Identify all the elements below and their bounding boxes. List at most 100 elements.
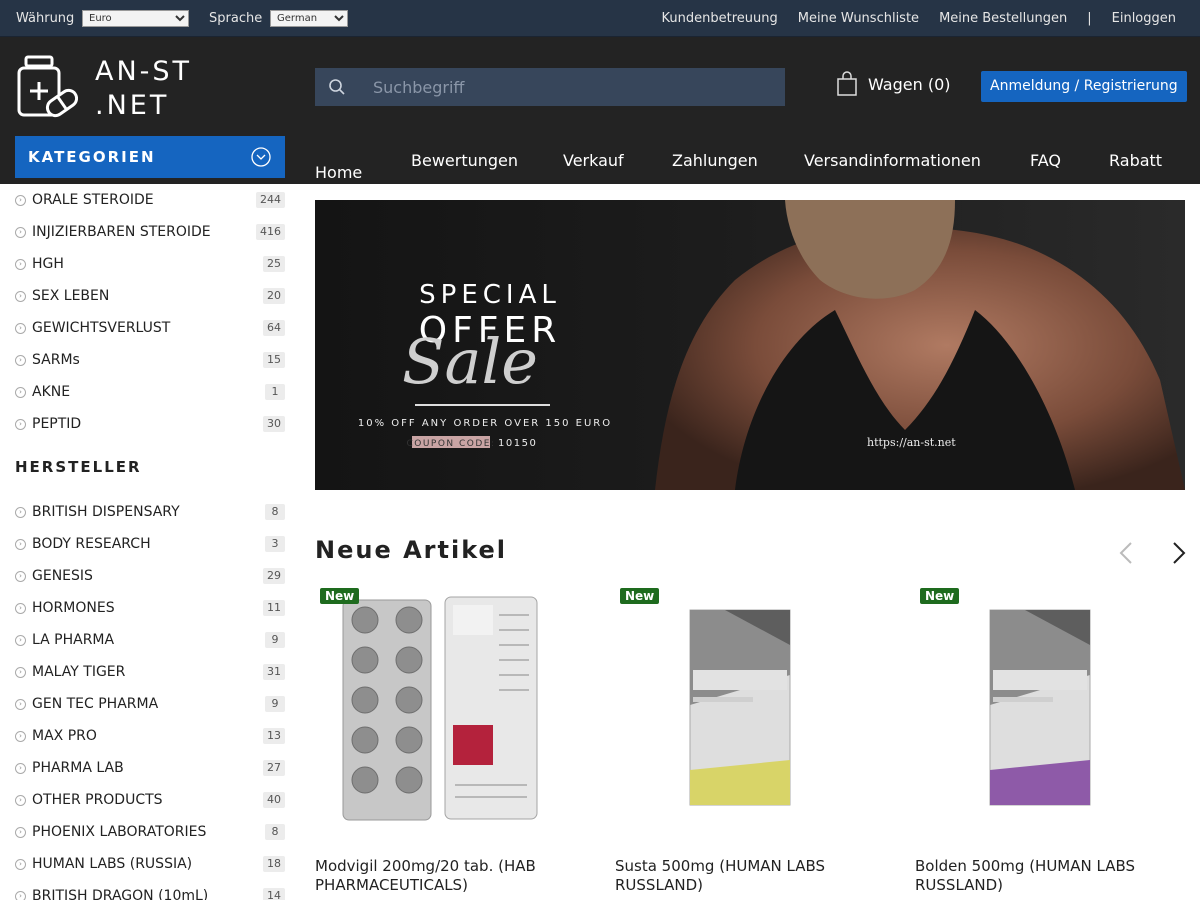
bullet-icon: › — [15, 195, 26, 206]
item-count-badge: 20 — [263, 288, 285, 304]
chevron-left-icon[interactable] — [1117, 540, 1137, 566]
logo-text[interactable]: AN-ST .NET — [95, 55, 192, 123]
item-count-badge: 8 — [265, 824, 285, 840]
sidebar-item-label: MALAY TIGER — [32, 664, 125, 680]
login-register-button[interactable]: Anmeldung / Registrierung — [981, 71, 1187, 102]
sidebar-item[interactable]: ›SARMs15 — [15, 344, 285, 376]
sidebar-item[interactable]: › HUMAN LABS (RUSSIA) 18 — [15, 848, 285, 880]
bullet-icon: › — [15, 635, 26, 646]
bullet-icon: › — [15, 731, 26, 742]
sidebar-item-label: HUMAN LABS (RUSSIA) — [32, 856, 192, 872]
item-count-badge: 9 — [265, 696, 285, 712]
coupon-label: COUPON CODE: — [406, 439, 495, 449]
product-card[interactable]: New Bolden 500mg (HUMAN LABS RUSSLAND) — [915, 585, 1185, 830]
nav-shipping-info[interactable]: Versandinformationen — [804, 151, 981, 170]
bullet-icon: › — [15, 291, 26, 302]
nav-reviews[interactable]: Bewertungen — [411, 151, 518, 170]
sidebar-item-label: GENESIS — [32, 568, 93, 584]
product-card[interactable]: New Modvigil 200mg/20 tab. (HAB PHARMACE… — [315, 585, 585, 830]
sidebar-item[interactable]: ›SEX LEBEN20 — [15, 280, 285, 312]
sidebar-item[interactable]: ›GENESIS29 — [15, 560, 285, 592]
new-badge: New — [920, 588, 959, 604]
new-articles-title: Neue Artikel — [315, 536, 507, 564]
item-count-badge: 15 — [263, 352, 285, 368]
product-image[interactable]: New — [315, 585, 585, 830]
sidebar-item[interactable]: ›PHOENIX LABORATORIES8 — [15, 816, 285, 848]
sidebar-item-label: AKNE — [32, 384, 70, 400]
sidebar-item[interactable]: ›GEN TEC PHARMA9 — [15, 688, 285, 720]
banner-line-1: SPECIAL — [419, 280, 561, 310]
sidebar-item[interactable]: ›PEPTID30 — [15, 408, 285, 440]
item-count-badge: 31 — [263, 664, 285, 680]
product-name[interactable]: Modvigil 200mg/20 tab. (HAB PHARMACEUTIC… — [315, 857, 585, 895]
sidebar-item[interactable]: ›OTHER PRODUCTS40 — [15, 784, 285, 816]
customer-service-link[interactable]: Kundenbetreuung — [662, 11, 778, 26]
sidebar-item-label: GEN TEC PHARMA — [32, 696, 158, 712]
cart-label: Wagen (0) — [868, 75, 951, 94]
product-name[interactable]: Bolden 500mg (HUMAN LABS RUSSLAND) — [915, 857, 1185, 895]
wishlist-link[interactable]: Meine Wunschliste — [798, 11, 919, 26]
bullet-icon: › — [15, 795, 26, 806]
sidebar-item[interactable]: ›PHARMA LAB27 — [15, 752, 285, 784]
nav-faq[interactable]: FAQ — [1030, 151, 1061, 170]
bullet-icon: › — [15, 507, 26, 518]
login-link[interactable]: Einloggen — [1112, 11, 1176, 26]
sidebar-item[interactable]: ›BRITISH DRAGON (10mL)14 — [15, 880, 285, 900]
sidebar-item-label: BRITISH DRAGON (10mL) — [32, 888, 208, 900]
special-offer-banner[interactable]: SPECIAL OFFER Sale 10% OFF ANY ORDER OVE… — [315, 200, 1185, 490]
sidebar-item[interactable]: ›MALAY TIGER31 — [15, 656, 285, 688]
nav-home[interactable]: Home — [315, 163, 362, 182]
item-count-badge: 3 — [265, 536, 285, 552]
product-image[interactable]: New — [915, 585, 1185, 830]
bullet-icon: › — [15, 859, 26, 870]
nav-payments[interactable]: Zahlungen — [672, 151, 758, 170]
logo-line-1: AN-ST — [95, 55, 192, 89]
categories-header[interactable]: KATEGORIEN — [15, 136, 285, 178]
language-select[interactable]: German — [270, 10, 348, 27]
top-bar: Währung Euro Sprache German Kundenbetreu… — [0, 0, 1200, 37]
categories-title: KATEGORIEN — [28, 148, 156, 166]
item-count-badge: 13 — [263, 728, 285, 744]
sidebar-item[interactable]: ›HGH25 — [15, 248, 285, 280]
manufacturers-title: HERSTELLER — [15, 458, 142, 476]
sidebar-item-label: MAX PRO — [32, 728, 97, 744]
bullet-icon: › — [15, 323, 26, 334]
nav-discount[interactable]: Rabatt — [1109, 151, 1162, 170]
sidebar-item-label: INJIZIERBAREN STEROIDE — [32, 224, 211, 240]
pill-bottle-icon[interactable] — [16, 55, 78, 119]
product-name[interactable]: Susta 500mg (HUMAN LABS RUSSLAND) — [615, 857, 885, 895]
sidebar-item[interactable]: ›AKNE1 — [15, 376, 285, 408]
product-image[interactable]: New — [615, 585, 885, 830]
sidebar-item-label: PHOENIX LABORATORIES — [32, 824, 206, 840]
bullet-icon: › — [15, 355, 26, 366]
sidebar-item[interactable]: ›LA PHARMA9 — [15, 624, 285, 656]
item-count-badge: 29 — [263, 568, 285, 584]
sidebar-item[interactable]: ›BODY RESEARCH3 — [15, 528, 285, 560]
search-input[interactable] — [359, 68, 785, 106]
item-count-badge: 18 — [263, 856, 285, 872]
chevron-down-icon[interactable] — [251, 147, 271, 167]
sidebar-item[interactable]: ›BRITISH DISPENSARY8 — [15, 496, 285, 528]
link-separator: | — [1087, 11, 1091, 26]
chevron-right-icon[interactable] — [1168, 540, 1188, 566]
new-badge: New — [320, 588, 359, 604]
search-icon[interactable] — [315, 68, 359, 106]
sidebar-item[interactable]: ›HORMONES11 — [15, 592, 285, 624]
sidebar-item-label: BRITISH DISPENSARY — [32, 504, 180, 520]
sidebar-item-label: PEPTID — [32, 416, 81, 432]
bullet-icon: › — [15, 603, 26, 614]
cart[interactable]: Wagen (0) — [836, 71, 951, 97]
new-badge: New — [620, 588, 659, 604]
product-card[interactable]: New Susta 500mg (HUMAN LABS RUSSLAND) — [615, 585, 885, 830]
sidebar-item[interactable]: › MAX PRO 13 — [15, 720, 285, 752]
currency-select[interactable]: Euro — [82, 10, 189, 27]
sidebar-item[interactable]: ›INJIZIERBAREN STEROIDE416 — [15, 216, 285, 248]
nav-sale[interactable]: Verkauf — [563, 151, 624, 170]
item-count-badge: 14 — [263, 888, 285, 900]
coupon-code: 10150 — [498, 438, 537, 449]
sidebar-item[interactable]: ›ORALE STEROIDE244 — [15, 184, 285, 216]
item-count-badge: 244 — [256, 192, 285, 208]
my-orders-link[interactable]: Meine Bestellungen — [939, 11, 1067, 26]
sidebar-item[interactable]: ›GEWICHTSVERLUST64 — [15, 312, 285, 344]
bullet-icon: › — [15, 539, 26, 550]
